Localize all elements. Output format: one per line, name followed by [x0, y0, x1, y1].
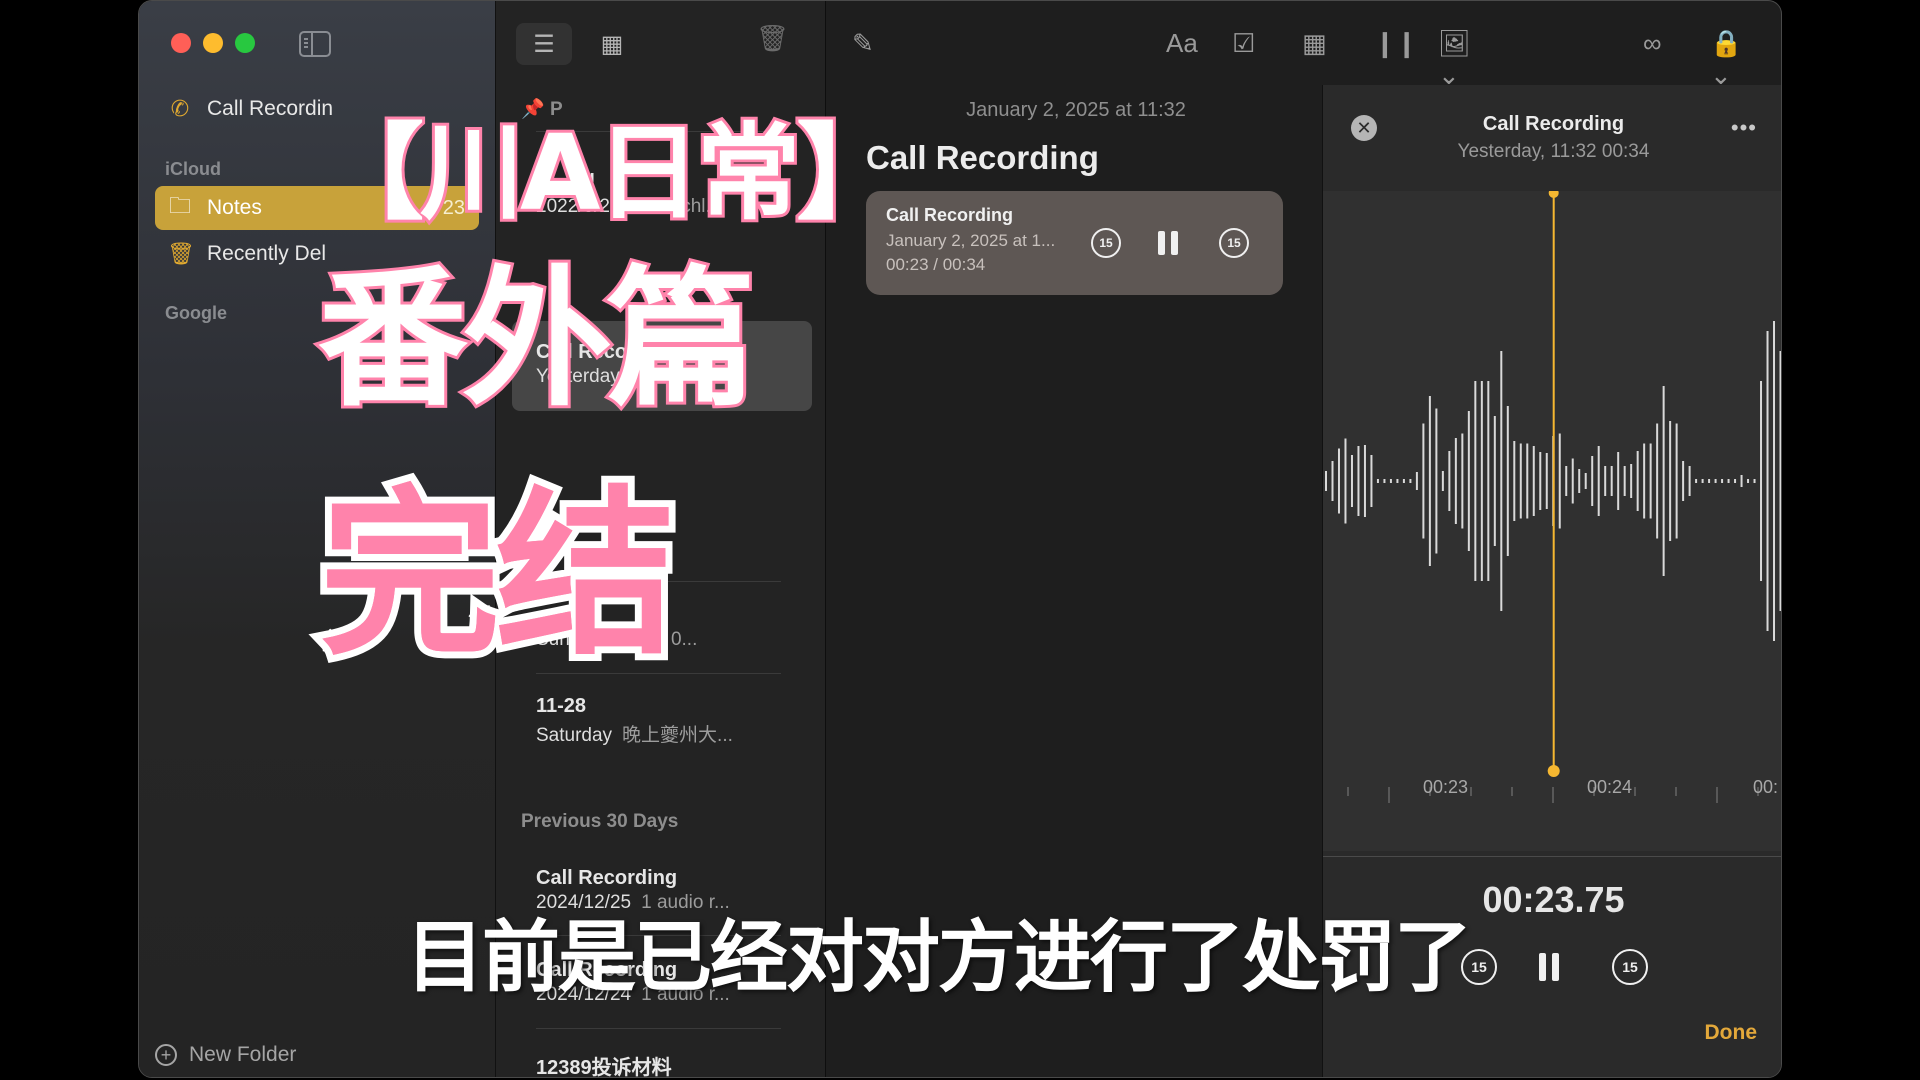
playhead-handle [1548, 191, 1559, 198]
sidebar-toggle-icon[interactable] [299, 31, 331, 57]
gallery-view-button[interactable]: ▦ [584, 23, 640, 65]
overlay-series-title: 【川A日常】 [317, 109, 903, 237]
note-title: 11-28 [536, 695, 587, 717]
format-button[interactable]: Aa [1166, 27, 1198, 59]
skip-forward-icon: 15 [1622, 959, 1638, 975]
skip-back-icon: 15 [1471, 959, 1487, 975]
gallery-view-icon: ▦ [600, 30, 624, 58]
more-options-button[interactable]: ••• [1731, 115, 1757, 141]
view-toggle: ☰ ▦ [516, 23, 640, 65]
sidebar-item-label: Recently Del [207, 242, 327, 265]
collaborate-icon[interactable]: ∞ [1643, 27, 1662, 59]
skip-back-icon: 15 [1099, 236, 1113, 250]
minimize-window-button[interactable] [203, 33, 223, 53]
lock-icon[interactable]: 🔒⌄ [1710, 27, 1742, 91]
overlay-episode-title: 番外篇 [315, 250, 759, 430]
plus-circle-icon: + [155, 1044, 177, 1066]
new-folder-label: New Folder [189, 1043, 297, 1066]
playhead-handle [1547, 765, 1560, 777]
audio-icon[interactable]: ❙❙ [1374, 27, 1418, 59]
divider [536, 1028, 781, 1029]
skip-forward-15-button[interactable]: 15 [1612, 949, 1648, 985]
pause-button[interactable] [1158, 231, 1178, 255]
traffic-lights [171, 33, 255, 53]
note-title: Call Recording [536, 867, 678, 889]
sidebar-item-label: Notes [207, 196, 262, 219]
pause-icon [1539, 953, 1546, 981]
note-title[interactable]: Call Recording [866, 139, 1099, 177]
skip-back-15-button[interactable]: 15 [1091, 228, 1121, 258]
attachment-progress-time: 00:23 / 00:34 [886, 255, 986, 274]
timeline-label: 00:23 [1423, 777, 1469, 797]
note-list-item[interactable]: 12389投诉材料 [536, 1051, 781, 1078]
waveform [1325, 191, 1781, 803]
sidebar-section-google: Google [165, 303, 227, 323]
waveform-scrubber[interactable] [1323, 191, 1781, 851]
timeline-label: 00: [1753, 777, 1779, 797]
recording-meta: Yesterday, 11:32 00:34 [1457, 141, 1650, 162]
video-subtitle: 目前是已经对对方进行了处罚了 [406, 913, 1472, 1003]
divider [1323, 856, 1781, 857]
attachment-title: Call Recording [886, 205, 1014, 225]
list-view-button[interactable]: ☰ [516, 23, 572, 65]
timeline-label: 00:24 [1587, 777, 1633, 797]
skip-forward-icon: 15 [1227, 236, 1241, 250]
overlay-finale-title: 完结 [313, 464, 683, 687]
folder-icon: 🗀 [168, 193, 191, 218]
recording-title: Call Recording [1482, 113, 1625, 135]
pause-button[interactable] [1539, 953, 1559, 981]
media-icon[interactable]: 🖼 ⌄ [1438, 27, 1471, 91]
section-header-previous-30-days: Previous 30 Days [521, 811, 679, 832]
table-icon[interactable]: ▦ [1302, 27, 1327, 59]
pause-icon [1158, 231, 1165, 255]
phone-waveform-icon: ✆ [170, 96, 190, 121]
delete-note-button[interactable]: 🗑 [756, 23, 789, 54]
checklist-icon[interactable]: ☑ [1232, 27, 1255, 59]
skip-forward-15-button[interactable]: 15 [1219, 228, 1249, 258]
zoom-window-button[interactable] [235, 33, 255, 53]
done-button[interactable]: Done [1705, 1021, 1758, 1045]
close-window-button[interactable] [171, 33, 191, 53]
list-view-icon: ☰ [533, 30, 555, 58]
compose-icon[interactable]: ✎ [852, 27, 874, 59]
note-preview: 0... [670, 629, 698, 650]
note-preview: 晚上夔州大... [622, 725, 733, 746]
note-title: 12389投诉材料 [536, 1057, 672, 1078]
audio-attachment-card[interactable]: Call Recording January 2, 2025 at 1... 0… [866, 191, 1283, 295]
note-date: Saturday [536, 725, 613, 746]
note-date-header: January 2, 2025 at 11:32 [966, 99, 1186, 121]
trash-icon: 🗑 [756, 23, 790, 53]
sidebar-item-label: Call Recordin [207, 97, 334, 120]
trash-icon: 🗑 [167, 241, 195, 266]
new-folder-button[interactable]: + New Folder [155, 1043, 296, 1067]
note-list-item[interactable]: 11-28 Saturday 晚上夔州大... [536, 695, 781, 747]
sidebar-section-icloud: iCloud [165, 159, 221, 179]
attachment-date: January 2, 2025 at 1... [886, 231, 1056, 250]
